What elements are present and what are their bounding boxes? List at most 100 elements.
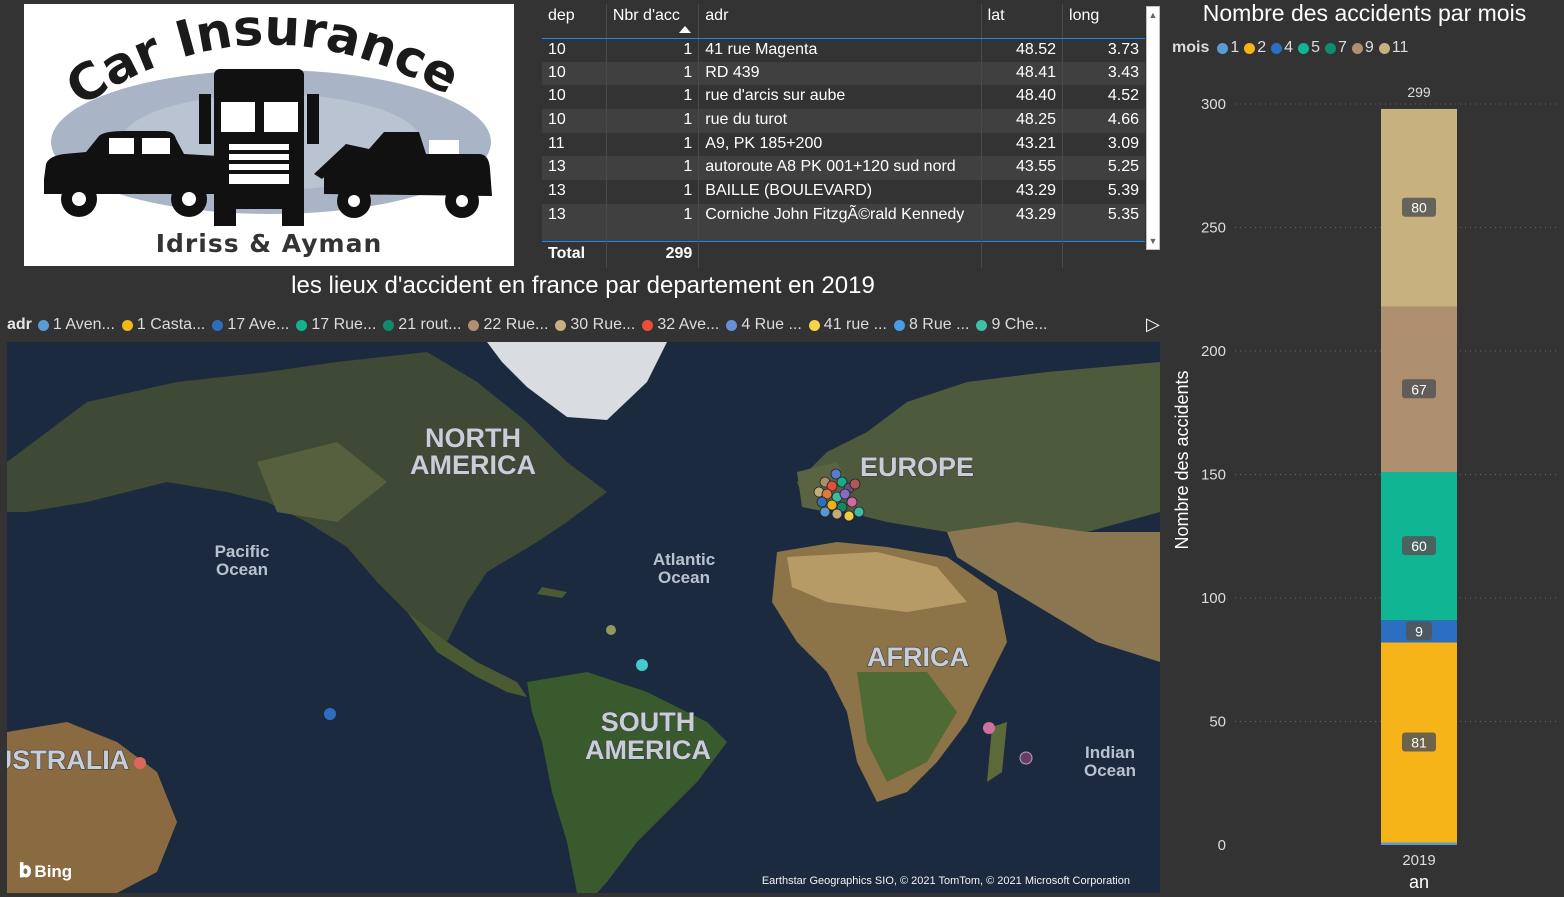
table-row[interactable]: 10 1 RD 439 48.41 3.43 (542, 61, 1145, 86)
accident-point[interactable] (636, 659, 648, 671)
map-legend-item-label: 8 Rue ... (908, 316, 970, 333)
map-legend-item[interactable]: 32 Ave... (642, 316, 719, 334)
bar-segment[interactable] (1381, 842, 1457, 845)
accidents-by-month-chart[interactable]: Nombre des accidents par mois mois 12457… (1165, 0, 1564, 897)
y-tick-label: 150 (1201, 467, 1226, 484)
map-legend-item[interactable]: 9 Che... (976, 316, 1047, 334)
table-scrollbar[interactable]: ▲ ▼ (1146, 6, 1160, 250)
cell-dep: 10 (548, 87, 566, 105)
bing-icon: 𝐛 (19, 860, 32, 882)
map-legend-item[interactable]: 4 Rue ... (726, 316, 802, 334)
map-legend-item-label: 1 Casta... (136, 316, 206, 333)
ocean-label: Ocean (216, 560, 268, 579)
map-legend-item-label: 32 Ave... (657, 316, 720, 333)
map-legend-item-label: 17 Rue... (311, 316, 377, 333)
x-tick-label: 2019 (1402, 852, 1435, 869)
cell-nbr-acc: 1 (605, 203, 699, 242)
y-tick-label: 300 (1201, 96, 1226, 113)
cell-lat: 43.55 (980, 156, 1063, 181)
cell-dep: 13 (548, 182, 566, 200)
y-tick-label: 250 (1201, 220, 1226, 237)
accident-point[interactable] (1019, 751, 1033, 765)
accident-point[interactable] (606, 625, 616, 635)
table-row[interactable]: 13 1 Corniche John FitzgÃ©rald Kennedy 4… (542, 203, 1145, 242)
table-row[interactable]: 13 1 BAILLE (BOULEVARD) 43.29 5.39 (542, 180, 1145, 204)
total-label: 299 (1407, 84, 1431, 100)
data-label: 80 (1411, 200, 1427, 216)
column-header-dep[interactable]: dep (542, 4, 607, 39)
cell-lat: 43.29 (980, 203, 1063, 242)
legend-dot-icon (121, 319, 133, 331)
cell-long: 3.09 (1062, 132, 1145, 157)
cell-nbr-acc: 1 (605, 132, 699, 157)
column-header-adr[interactable]: adr (698, 4, 982, 39)
cell-long: 4.52 (1062, 85, 1145, 110)
table-total-row: Total 299 (542, 241, 1145, 268)
accident-map[interactable]: NORTH AMERICA EUROPE AFRICA SOUTH AMERIC… (7, 342, 1160, 893)
ocean-label: Atlantic (653, 550, 715, 569)
map-title: les lieux d'accident en france par depar… (291, 272, 875, 299)
column-header-lat[interactable]: lat (980, 4, 1063, 39)
cell-dep: 13 (542, 156, 607, 181)
ocean-label: Pacific (215, 542, 270, 561)
region-label: USTRALIA (7, 745, 129, 775)
y-tick-label: 100 (1201, 590, 1226, 607)
accident-point[interactable] (983, 722, 995, 734)
map-legend-label: adr (7, 316, 32, 333)
map-legend-item[interactable]: 1 Casta... (121, 316, 206, 334)
map-legend-item[interactable]: 41 rue ... (808, 316, 887, 334)
map-legend-item-label: 22 Rue... (483, 316, 549, 333)
cell-adr: 41 rue Magenta (698, 38, 982, 62)
data-label: 81 (1411, 734, 1427, 750)
map-legend-item-label: 1 Aven... (52, 316, 115, 333)
cell-adr: autoroute A8 PK 001+120 sud nord (698, 156, 982, 181)
map-legend-item-label: 21 rout... (398, 316, 462, 333)
legend-next-icon[interactable]: ▷ (1146, 313, 1160, 335)
accident-point[interactable] (134, 757, 146, 769)
map-provider: Bing (34, 861, 73, 881)
map-legend-item[interactable]: 1 Aven... (37, 316, 115, 334)
table-header-row: dep Nbr d'acc adr lat long (542, 4, 1145, 39)
map-legend-item[interactable]: 17 Rue... (296, 316, 376, 334)
cell-long: 3.43 (1062, 61, 1145, 86)
cell-adr: RD 439 (698, 61, 982, 86)
table-row[interactable]: 10 1 rue d'arcis sur aube 48.40 4.52 (542, 85, 1145, 110)
total-value: 299 (605, 241, 699, 268)
logo-subtitle: Idriss & Ayman (156, 229, 383, 258)
cell-lat: 48.52 (980, 38, 1063, 62)
accidents-table-visual[interactable]: dep Nbr d'acc adr lat long 10 1 41 rue M… (542, 4, 1160, 268)
cell-dep: 10 (542, 109, 607, 133)
map-copyright: Earthstar Geographics SIO, © 2021 TomTom… (761, 875, 1130, 887)
cell-adr: BAILLE (BOULEVARD) (698, 180, 982, 204)
table-row[interactable]: 10 1 rue du turot 48.25 4.66 (542, 109, 1145, 133)
map-legend-item[interactable]: 22 Rue... (468, 316, 548, 334)
table-row[interactable]: 10 1 41 rue Magenta 48.52 3.73 (542, 38, 1145, 62)
data-label: 60 (1411, 538, 1427, 554)
map-legend-item[interactable]: 30 Rue... (555, 316, 635, 334)
bing-logo: 𝐛 Bing (19, 860, 72, 883)
map-legend-item[interactable]: 8 Rue ... (893, 316, 970, 334)
column-header-nbr-acc[interactable]: Nbr d'acc (605, 4, 699, 39)
map-legend-item-label: 41 rue ... (823, 316, 887, 333)
legend-dot-icon (37, 319, 49, 331)
cell-long: 3.73 (1062, 38, 1145, 62)
map-legend-item[interactable]: 21 rout... (383, 316, 461, 334)
accident-point[interactable] (324, 708, 336, 720)
cell-long: 5.25 (1062, 156, 1145, 181)
scroll-down-icon[interactable]: ▼ (1148, 235, 1158, 247)
y-tick-label: 200 (1201, 343, 1226, 360)
map-legend-item[interactable]: 17 Ave... (212, 316, 289, 334)
legend-dot-icon (893, 319, 905, 331)
table-row[interactable]: 11 1 A9, PK 185+200 43.21 3.09 (542, 132, 1145, 157)
cell-dep: 10 (548, 40, 566, 58)
cell-nbr-acc: 1 (605, 85, 699, 110)
legend-dot-icon (808, 319, 820, 331)
y-tick-label: 0 (1218, 837, 1226, 854)
cell-adr: rue d'arcis sur aube (698, 85, 982, 110)
map-legend-item-label: 9 Che... (991, 316, 1048, 333)
column-header-long[interactable]: long (1062, 4, 1145, 39)
table-row[interactable]: 13 1 autoroute A8 PK 001+120 sud nord 43… (542, 156, 1145, 181)
cell-long: 5.39 (1062, 180, 1145, 204)
region-label: AMERICA (585, 735, 711, 765)
scroll-up-icon[interactable]: ▲ (1148, 9, 1158, 21)
